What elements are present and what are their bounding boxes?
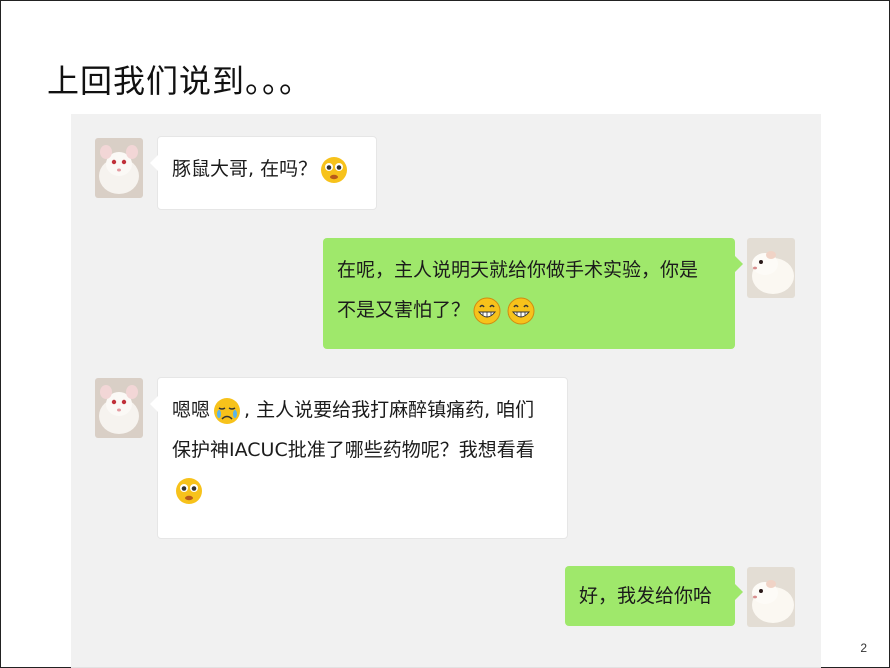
crying-face-emoji <box>212 396 242 426</box>
guinea-pig-avatar[interactable] <box>747 238 795 298</box>
grinning-face-emoji <box>506 296 536 326</box>
message-outgoing-1: 在呢，主人说明天就给你做手术实验，你是 不是又害怕了？ <box>323 238 743 349</box>
message-text-prefix: 嗯嗯 <box>172 399 211 421</box>
message-incoming-1: 豚鼠大哥, 在吗？ <box>150 136 377 210</box>
message-text-line2: 不是又害怕了？ <box>337 299 471 321</box>
message-text-line1: , 主人说要给我打麻醉镇痛药, 咱们 <box>244 399 535 421</box>
slide: 上回我们说到。。。 豚鼠大哥, 在吗？ 在呢，主人说明天就给你做手术实验，你是 … <box>0 0 890 668</box>
white-rat-avatar[interactable] <box>95 378 143 438</box>
message-text-line1: 在呢，主人说明天就给你做手术实验，你是 <box>337 259 699 281</box>
message-text: 好，我发给你哈 <box>579 585 713 607</box>
guinea-pig-avatar[interactable] <box>747 567 795 627</box>
page-number: 2 <box>860 641 867 655</box>
message-outgoing-2: 好，我发给你哈 <box>565 566 743 626</box>
message-text: 豚鼠大哥, 在吗？ <box>172 158 318 180</box>
pleading-face-emoji <box>174 476 204 506</box>
message-incoming-2: 嗯嗯 , 主人说要给我打麻醉镇痛药, 咱们 保护神IACUC批准了哪些药物呢？我… <box>150 377 568 539</box>
white-rat-avatar[interactable] <box>95 138 143 198</box>
grinning-face-emoji <box>472 296 502 326</box>
message-text-line2: 保护神IACUC批准了哪些药物呢？我想看看 <box>172 439 535 461</box>
chat-panel: 豚鼠大哥, 在吗？ 在呢，主人说明天就给你做手术实验，你是 不是又害怕了？ 嗯嗯… <box>71 114 821 668</box>
slide-title: 上回我们说到。。。 <box>47 62 313 100</box>
pleading-face-emoji <box>319 155 349 185</box>
